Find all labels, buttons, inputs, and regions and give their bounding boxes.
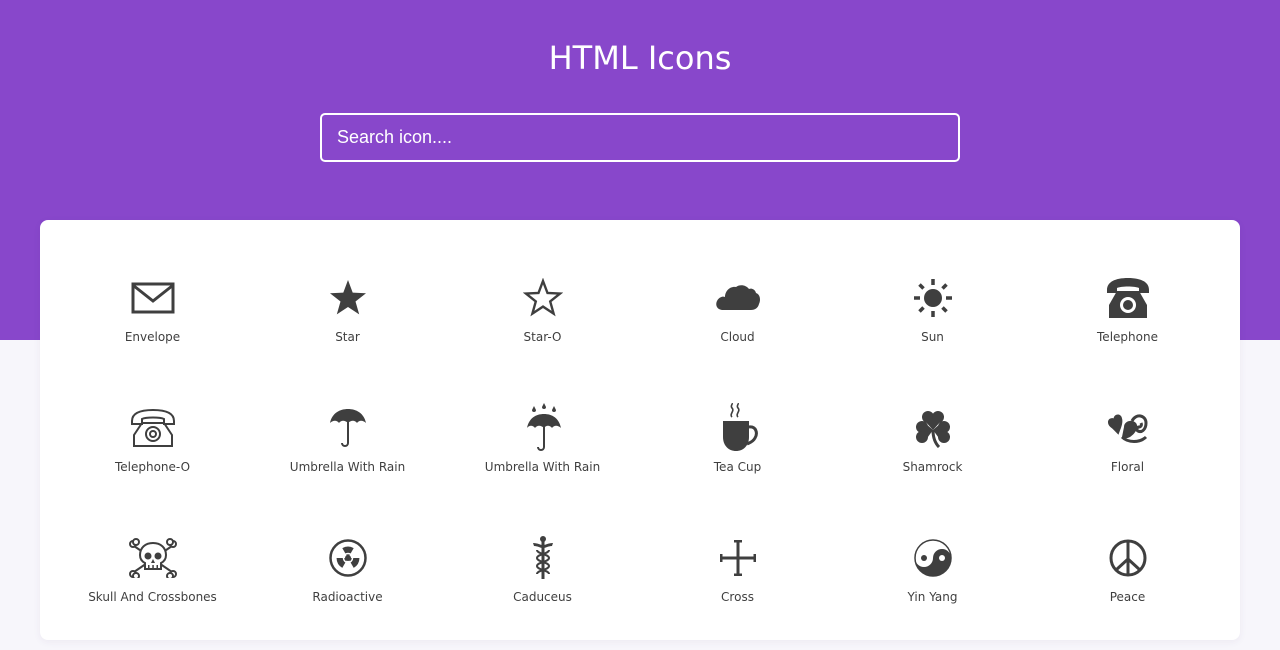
cross-icon bbox=[713, 538, 763, 578]
envelope-icon bbox=[128, 278, 178, 318]
icon-item-telephone-o[interactable]: Telephone-O bbox=[55, 390, 250, 520]
icon-item-umbrella[interactable]: Umbrella With Rain bbox=[250, 390, 445, 520]
icon-label: Caduceus bbox=[513, 590, 572, 604]
icon-item-tea-cup[interactable]: Tea Cup bbox=[640, 390, 835, 520]
sun-icon bbox=[908, 278, 958, 318]
icon-label: Star-O bbox=[523, 330, 562, 344]
icon-item-sun[interactable]: Sun bbox=[835, 260, 1030, 390]
peace-icon bbox=[1103, 538, 1153, 578]
icon-label: Telephone bbox=[1097, 330, 1158, 344]
star-icon bbox=[323, 278, 373, 318]
icon-item-telephone[interactable]: Telephone bbox=[1030, 260, 1225, 390]
skull-crossbones-icon bbox=[128, 538, 178, 578]
icon-label: Peace bbox=[1109, 590, 1146, 604]
icon-label: Tea Cup bbox=[713, 460, 762, 474]
icon-item-yin-yang[interactable]: Yin Yang bbox=[835, 520, 1030, 650]
icon-grid-card: Envelope Star Star-O Cloud Sun Telephone… bbox=[40, 220, 1240, 640]
umbrella-icon bbox=[323, 408, 373, 448]
icon-grid: Envelope Star Star-O Cloud Sun Telephone… bbox=[55, 260, 1225, 650]
page-title: HTML Icons bbox=[548, 39, 732, 77]
cloud-icon bbox=[713, 278, 763, 318]
yin-yang-icon bbox=[908, 538, 958, 578]
icon-label: Skull And Crossbones bbox=[88, 590, 217, 604]
icon-label: Radioactive bbox=[312, 590, 383, 604]
icon-label: Umbrella With Rain bbox=[289, 460, 406, 474]
star-outline-icon bbox=[518, 278, 568, 318]
icon-label: Umbrella With Rain bbox=[484, 460, 601, 474]
search-input[interactable] bbox=[320, 113, 960, 162]
icon-item-umbrella-with-rain[interactable]: Umbrella With Rain bbox=[445, 390, 640, 520]
icon-item-star[interactable]: Star bbox=[250, 260, 445, 390]
floral-heart-icon bbox=[1103, 408, 1153, 448]
icon-label: Floral bbox=[1110, 460, 1145, 474]
icon-label: Star bbox=[335, 330, 360, 344]
radioactive-icon bbox=[323, 538, 373, 578]
icon-item-cross[interactable]: Cross bbox=[640, 520, 835, 650]
tea-cup-icon bbox=[713, 403, 763, 451]
icon-label: Cloud bbox=[720, 330, 755, 344]
icon-item-skull-and-crossbones[interactable]: Skull And Crossbones bbox=[55, 520, 250, 650]
telephone-icon bbox=[1103, 278, 1153, 318]
icon-item-radioactive[interactable]: Radioactive bbox=[250, 520, 445, 650]
icon-label: Cross bbox=[721, 590, 754, 604]
icon-item-star-o[interactable]: Star-O bbox=[445, 260, 640, 390]
icon-item-shamrock[interactable]: Shamrock bbox=[835, 390, 1030, 520]
caduceus-icon bbox=[518, 536, 568, 579]
icon-label: Yin Yang bbox=[907, 590, 958, 604]
umbrella-with-rain-icon bbox=[518, 403, 568, 451]
icon-label: Telephone-O bbox=[114, 460, 191, 474]
icon-item-peace[interactable]: Peace bbox=[1030, 520, 1225, 650]
icon-item-envelope[interactable]: Envelope bbox=[55, 260, 250, 390]
icon-label: Sun bbox=[921, 330, 944, 344]
icon-item-cloud[interactable]: Cloud bbox=[640, 260, 835, 390]
shamrock-icon bbox=[908, 408, 958, 448]
icon-label: Shamrock bbox=[902, 460, 963, 474]
icon-item-floral[interactable]: Floral bbox=[1030, 390, 1225, 520]
icon-label: Envelope bbox=[124, 330, 181, 344]
icon-item-caduceus[interactable]: Caduceus bbox=[445, 520, 640, 650]
telephone-outline-icon bbox=[128, 408, 178, 448]
